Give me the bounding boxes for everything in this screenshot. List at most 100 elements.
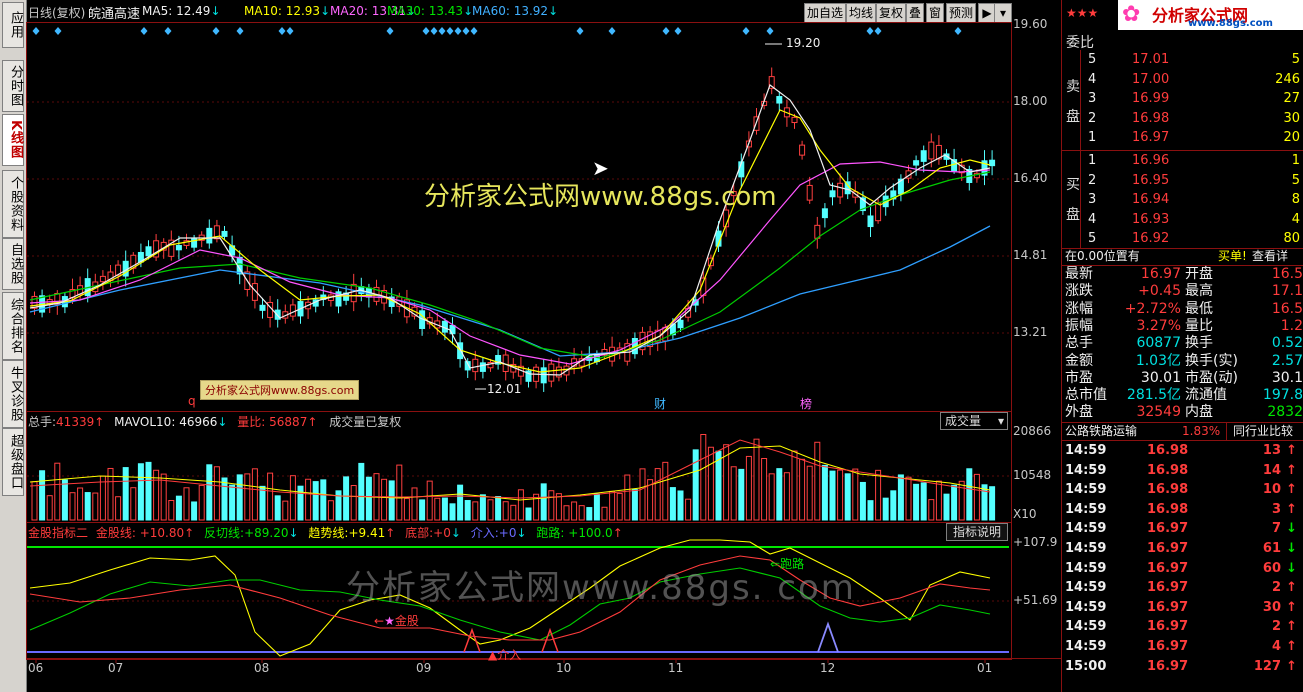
diamond-marker (742, 27, 750, 35)
tick-row[interactable]: 14:59 16.97 7 ↓ (1065, 519, 1301, 538)
diamond-marker (674, 27, 682, 35)
diamond-marker (874, 27, 882, 35)
candle-body (259, 304, 266, 311)
tick-time: 14:59 (1065, 541, 1107, 556)
volume-indicator-select[interactable]: 成交量 ▾ (940, 412, 1008, 430)
signal-markers (32, 27, 962, 35)
tick-row[interactable]: 14:59 16.97 2 ↑ (1065, 578, 1301, 597)
sell-level-row[interactable]: 3 16.99 27 (1086, 89, 1303, 108)
stat-label: 总手 (1065, 335, 1093, 352)
buy-level-row[interactable]: 5 16.92 80 (1086, 229, 1303, 248)
tick-row[interactable]: 14:59 16.98 14 ↑ (1065, 461, 1301, 480)
volume-bar (457, 484, 464, 521)
ranking-flag[interactable]: 榜 (800, 395, 812, 412)
sell-level-row[interactable]: 5 17.01 5 (1086, 50, 1303, 69)
tick-time: 14:59 (1065, 443, 1107, 458)
volume-bar (350, 485, 357, 521)
tick-row[interactable]: 14:59 16.98 13 ↑ (1065, 441, 1301, 460)
candle-body (289, 304, 296, 317)
volume-bar (46, 495, 53, 521)
volume-bar (191, 501, 198, 521)
stat-value: 197.8 (1262, 387, 1303, 404)
volume-bar (859, 481, 866, 521)
diamond-marker (576, 27, 584, 35)
month-label: 10 (556, 661, 572, 675)
sell-level-row[interactable]: 4 17.00 246 (1086, 70, 1303, 89)
stat-value: 60877 (1136, 335, 1181, 352)
ma5-line (29, 84, 991, 376)
view-detail-link[interactable]: 查看详 (1252, 248, 1288, 265)
stat-value: 16.97 (1140, 266, 1181, 282)
level-price: 17.00 (1132, 71, 1170, 87)
volume-bar (206, 464, 213, 521)
sell-level-row[interactable]: 1 16.97 20 (1086, 128, 1303, 147)
tick-row[interactable]: 14:59 16.97 4 ↑ (1065, 637, 1301, 656)
volume-bar (274, 495, 281, 521)
buy-level-row[interactable]: 2 16.95 5 (1086, 171, 1303, 190)
candle-body (920, 150, 927, 162)
diamond-marker (422, 27, 430, 35)
diamond-marker (766, 27, 774, 35)
tick-price: 16.97 (1147, 619, 1189, 635)
buy-level-row[interactable]: 3 16.94 8 (1086, 190, 1303, 209)
volume-bar (39, 470, 46, 521)
tick-row[interactable]: 14:59 16.98 3 ↑ (1065, 500, 1301, 519)
month-label: 06 (28, 661, 44, 675)
volume-bar (882, 497, 889, 521)
stat-row: 振幅 3.27% 量比 1.2 (1065, 318, 1303, 335)
volume-bar (365, 476, 372, 521)
jingu-tag: ←★金股 (374, 614, 419, 628)
tick-volume: 3 (1271, 501, 1281, 517)
volume-bar (586, 507, 593, 521)
level-number: 4 (1088, 71, 1097, 87)
tick-row[interactable]: 14:59 16.97 60 ↓ (1065, 559, 1301, 578)
stat-value: 16.5 (1271, 266, 1303, 282)
volume-bar (229, 484, 236, 521)
tick-time: 14:59 (1065, 619, 1107, 635)
volume-bar (381, 478, 388, 521)
candle-body (799, 144, 806, 156)
jieru-tag: ▲介入 (488, 648, 522, 662)
volume-bar (593, 493, 600, 521)
finance-flag[interactable]: 财 (654, 395, 666, 412)
indicator-name[interactable]: 金股指标二 (28, 526, 88, 540)
tick-row[interactable]: 14:59 16.97 61 ↓ (1065, 539, 1301, 558)
sector-pct: 1.83% (1182, 424, 1221, 438)
indicator-explain-button[interactable]: 指标说明 (946, 523, 1008, 541)
volume-bar (403, 498, 410, 521)
tick-price: 16.97 (1147, 639, 1189, 654)
compare-button[interactable]: 同行业比较 (1226, 423, 1293, 440)
stat-value: 2.57 (1271, 352, 1303, 369)
volume-axis-mid: 10548 (1013, 468, 1052, 482)
diamond-marker (32, 27, 40, 35)
price-axis-label: 13.21 (1013, 325, 1048, 339)
candlesticks (31, 67, 996, 392)
q-flag: q (188, 394, 196, 408)
low-price-label: 12.01 (487, 382, 522, 396)
buy-level-row[interactable]: 4 16.93 4 (1086, 210, 1303, 229)
buy-order-link[interactable]: 买单! (1218, 248, 1247, 265)
tick-row[interactable]: 14:59 16.98 10 ↑ (1065, 480, 1301, 499)
volume-bar (320, 479, 327, 521)
stat-row: 总手 60877 换手 0.52 (1065, 335, 1303, 352)
level-price: 16.98 (1132, 110, 1170, 126)
tick-row[interactable]: 14:59 16.97 2 ↑ (1065, 617, 1301, 636)
volume-bar (183, 487, 190, 521)
candle-body (221, 230, 228, 237)
buy-level-row[interactable]: 1 16.96 1 (1086, 151, 1303, 170)
candle-body (99, 275, 106, 283)
tick-row[interactable]: 14:59 16.97 30 ↑ (1065, 598, 1301, 617)
tick-price: 16.97 (1147, 599, 1189, 615)
volume-bar (495, 495, 502, 521)
stat-value: 1.2 (1280, 317, 1303, 334)
month-label: 09 (416, 661, 432, 675)
candle-body (989, 159, 996, 167)
volume-bar (890, 490, 897, 521)
level-price: 16.99 (1132, 91, 1170, 107)
volume-bar (54, 462, 61, 521)
tick-row[interactable]: 15:00 16.97 127 ↑ (1065, 657, 1301, 676)
sell-level-row[interactable]: 2 16.98 30 (1086, 109, 1303, 128)
sector-name[interactable]: 公路铁路运输 (1065, 423, 1137, 440)
volume-bar (639, 468, 646, 521)
volume-bar (84, 492, 91, 521)
